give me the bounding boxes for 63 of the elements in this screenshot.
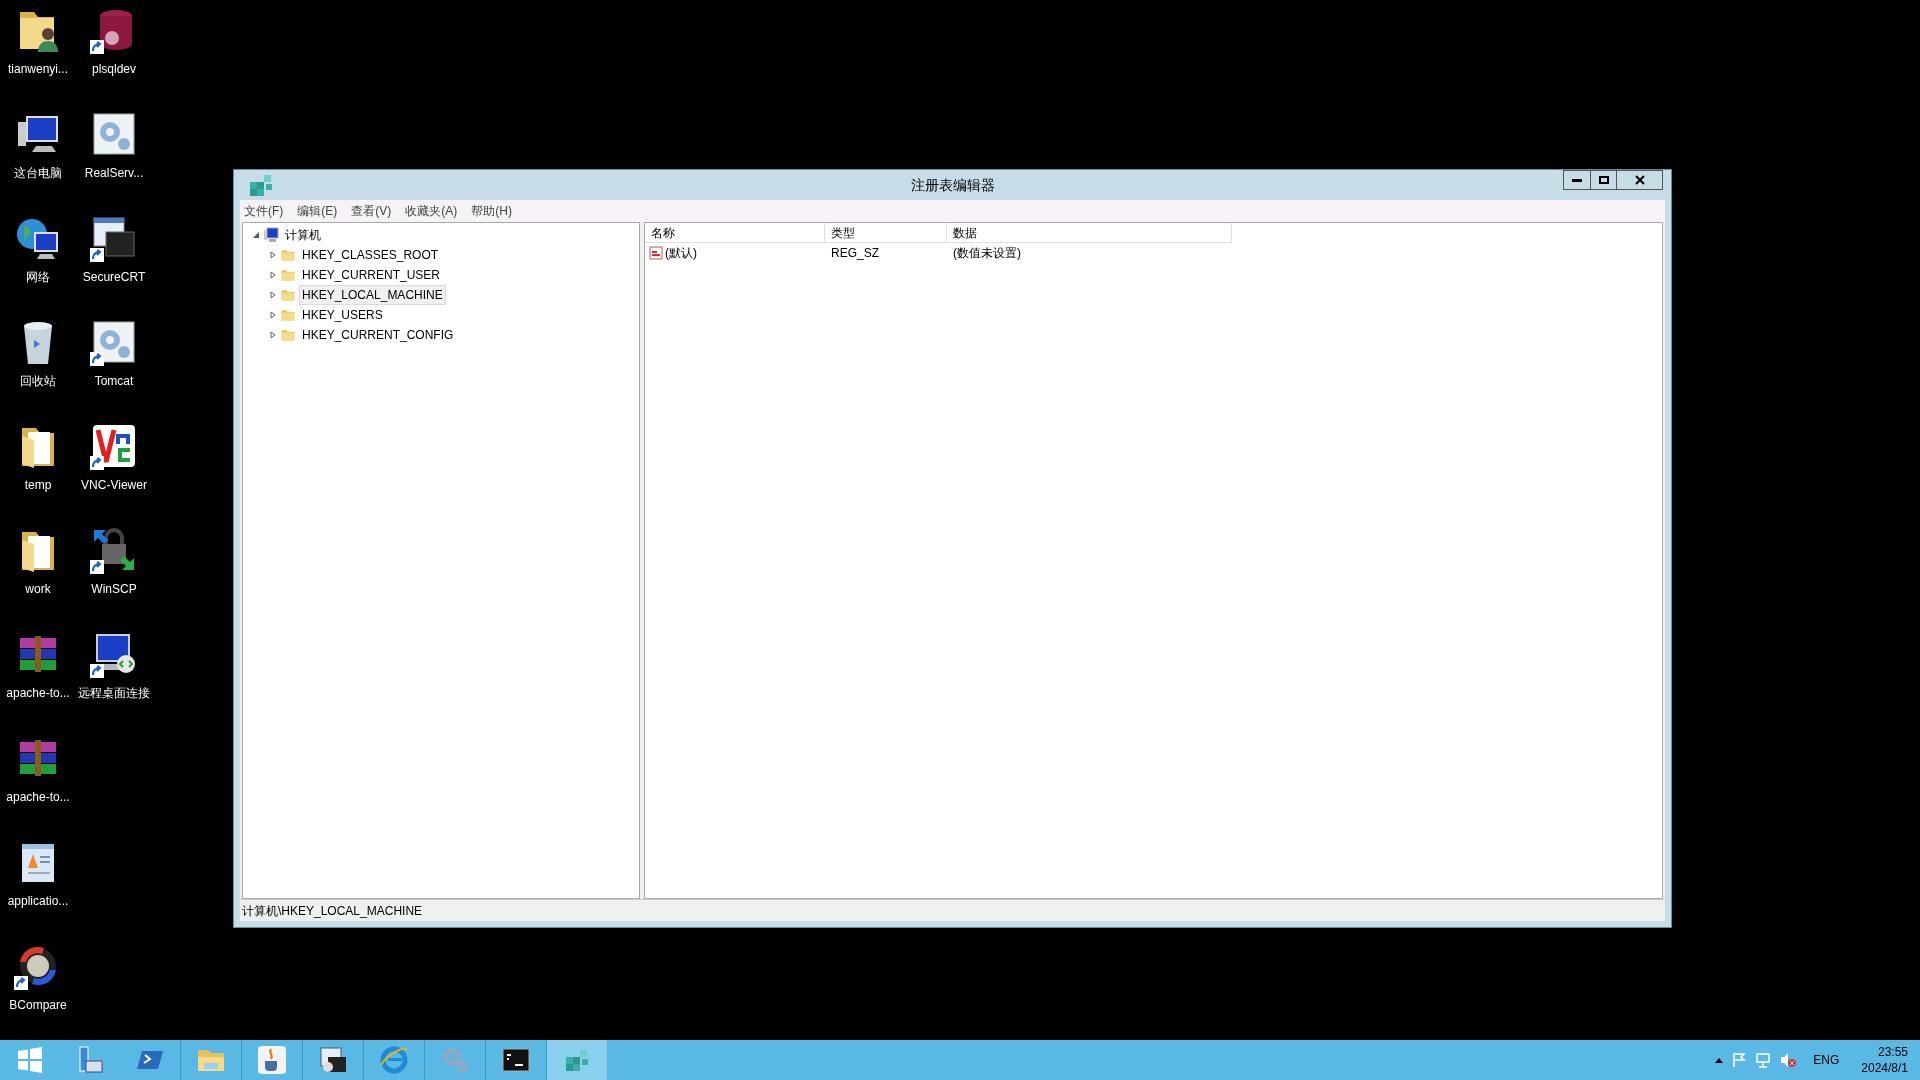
desktop-icon-label[interactable]: SecureCRT [82,268,146,286]
folder-icon [280,327,296,343]
column-header[interactable]: 类型 [825,223,947,243]
tree-item[interactable]: HKEY_CURRENT_USER [299,265,444,285]
coffee-cup-icon [257,1045,287,1075]
menu-item[interactable]: 文件(F) [244,202,284,220]
computer-icon [263,227,279,243]
tree-item[interactable]: 计算机 [282,225,324,245]
close-icon [1634,175,1645,185]
folder-icon [280,307,296,323]
language-indicator[interactable]: ENG [1813,1051,1840,1069]
folder-icon [280,247,296,263]
command-prompt-icon [501,1045,531,1075]
maximize-button[interactable] [1591,170,1617,190]
tree-item[interactable]: HKEY_CLASSES_ROOT [299,245,442,265]
table-cell-text: (默认) [665,245,697,262]
terminal-window-icon [318,1045,348,1075]
menu-item[interactable]: 收藏夹(A) [405,202,458,220]
tree-item[interactable]: HKEY_CURRENT_CONFIG [299,325,457,345]
menu-item[interactable]: 帮助(H) [471,202,512,220]
folder-icon [280,267,296,283]
show-hidden-icons-icon[interactable] [1715,1057,1724,1063]
tree-item[interactable]: HKEY_LOCAL_MACHINE [299,285,446,305]
window-title: 注册表编辑器 [910,175,995,195]
column-header[interactable]: 数据 [947,223,1232,243]
desktop-icon-label[interactable]: temp [24,476,52,494]
flag-icon[interactable] [1731,1052,1748,1068]
desktop-icon-label[interactable]: tianwenyi... [8,60,68,78]
gear-window-icon [90,318,138,366]
desktop-icon-label[interactable]: 远程桌面连接 [78,684,150,702]
desktop-icon-label[interactable]: BCompare [9,996,67,1014]
desktop-icon-label[interactable]: 网络 [26,268,50,286]
desktop-icon-label[interactable]: RealServ... [84,164,144,182]
tree-item[interactable]: HKEY_USERS [299,305,386,325]
desktop-icon-label[interactable]: work [25,580,51,598]
clock-date[interactable]: 2024/8/1 [1861,1060,1908,1076]
browser-e-icon [379,1045,409,1075]
table-cell-text: REG_SZ [830,245,880,262]
clock-time[interactable]: 23:55 [1877,1044,1908,1060]
column-header[interactable]: 名称 [645,223,825,243]
string-value-icon [649,246,663,260]
table-cell-text: (数值未设置) [952,245,1022,262]
desktop-icon-label[interactable]: applicatio... [7,892,69,910]
gears-icon [440,1045,470,1075]
desktop-icon-label[interactable]: WinSCP [91,580,137,598]
windows-logo-icon [15,1045,45,1075]
desktop-icon-label[interactable]: plsqldev [92,60,136,78]
desktop-icon-label[interactable]: apache-to... [6,788,70,806]
menu-item[interactable]: 编辑(E) [297,202,338,220]
menu-item[interactable]: 查看(V) [351,202,392,220]
desktop-icon-label[interactable]: 这台电脑 [14,164,62,182]
muted-speaker-icon[interactable] [1779,1052,1798,1068]
desktop-icon-label[interactable]: 回收站 [20,372,56,390]
desktop-icon-label[interactable]: Tomcat [94,372,134,390]
desktop-icon-label[interactable]: apache-to... [6,684,70,702]
gear-window-icon [90,110,138,158]
status-bar-text: 计算机\HKEY_LOCAL_MACHINE [242,902,423,920]
network-icon[interactable] [1755,1052,1772,1068]
desktop-icon-label[interactable]: VNC-Viewer [81,476,147,494]
vnc-logo-icon [90,422,138,470]
folder-icon [280,287,296,303]
close-button[interactable] [1617,170,1663,190]
minimize-button[interactable] [1563,170,1591,190]
